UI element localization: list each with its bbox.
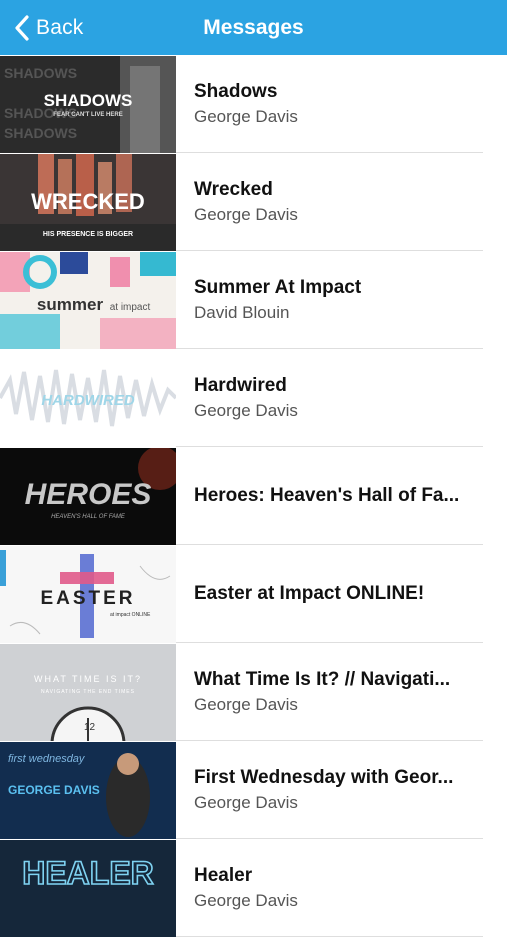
svg-text:12: 12 [84, 722, 96, 733]
thumb-subtext: HIS PRESENCE IS BIGGER [43, 231, 133, 238]
message-item[interactable]: HARDWIRED Hardwired George Davis [0, 349, 507, 447]
thumb-text: WHAT TIME IS IT? [34, 674, 142, 684]
message-author: David Blouin [194, 303, 290, 322]
thumb-subtext: at impact ONLINE [110, 612, 151, 618]
message-title: Healer [194, 865, 253, 886]
message-title: Hardwired [194, 375, 287, 396]
message-item[interactable]: WRECKED HIS PRESENCE IS BIGGER Wrecked G… [0, 153, 507, 251]
message-thumbnail: HARDWIRED [0, 349, 176, 447]
thumb-subtext: at impact [110, 302, 151, 313]
thumb-text: EASTER [40, 588, 135, 609]
messages-list: SHADOWS SHADOWS SHADOWS SHADOWS FEAR CAN… [0, 55, 507, 937]
message-item[interactable]: first wednesday GEORGE DAVIS First Wedne… [0, 741, 507, 839]
message-item[interactable]: 12 WHAT TIME IS IT? NAVIGATING THE END T… [0, 643, 507, 741]
message-item[interactable]: summer at impact Summer At Impact David … [0, 251, 507, 349]
message-thumbnail: SHADOWS SHADOWS SHADOWS SHADOWS FEAR CAN… [0, 55, 176, 153]
message-title: What Time Is It? // Navigati... [194, 669, 451, 690]
message-thumbnail: HEALER [0, 839, 176, 937]
message-thumbnail: EASTER at impact ONLINE [0, 545, 176, 643]
back-button[interactable]: Back [14, 0, 84, 55]
thumb-text: SHADOWS [44, 91, 133, 110]
message-item[interactable]: HEROES HEAVEN'S HALL OF FAME Heroes: Hea… [0, 447, 507, 545]
thumb-text: summer [37, 295, 104, 314]
back-label: Back [36, 15, 84, 39]
message-author: George Davis [194, 891, 298, 910]
thumb-subtext: HEAVEN'S HALL OF FAME [51, 514, 126, 520]
thumb-subtext: FEAR CAN'T LIVE HERE [53, 112, 122, 118]
message-thumbnail: first wednesday GEORGE DAVIS [0, 741, 176, 839]
message-author: George Davis [194, 401, 298, 420]
svg-text:SHADOWS: SHADOWS [4, 125, 77, 141]
chevron-left-icon [14, 14, 30, 41]
thumb-subtext: first wednesday [8, 753, 86, 765]
message-thumbnail: WRECKED HIS PRESENCE IS BIGGER [0, 153, 176, 251]
message-author: George Davis [194, 205, 298, 224]
thumb-text: HEROES [25, 478, 152, 511]
thumb-subtext: NAVIGATING THE END TIMES [41, 689, 135, 695]
thumb-text: HEALER [22, 855, 154, 891]
message-title: First Wednesday with Geor... [194, 767, 454, 788]
message-title: Heroes: Heaven's Hall of Fa... [194, 485, 460, 506]
thumb-text: WRECKED [31, 189, 145, 214]
message-title: Summer At Impact [194, 277, 362, 298]
thumb-text: GEORGE DAVIS [8, 783, 100, 797]
message-author: George Davis [194, 107, 298, 126]
message-item[interactable]: HEALER Healer George Davis [0, 839, 507, 937]
message-title: Easter at Impact ONLINE! [194, 583, 425, 604]
message-thumbnail: HEROES HEAVEN'S HALL OF FAME [0, 447, 176, 545]
message-author: George Davis [194, 695, 298, 714]
message-title: Wrecked [194, 179, 273, 200]
message-title: Shadows [194, 81, 278, 102]
nav-bar: Back Messages [0, 0, 507, 55]
message-item[interactable]: SHADOWS SHADOWS SHADOWS SHADOWS FEAR CAN… [0, 55, 507, 153]
message-thumbnail: 12 WHAT TIME IS IT? NAVIGATING THE END T… [0, 643, 176, 741]
message-item[interactable]: EASTER at impact ONLINE Easter at Impact… [0, 545, 507, 643]
thumb-text: HARDWIRED [41, 392, 134, 409]
message-thumbnail: summer at impact [0, 251, 176, 349]
svg-text:SHADOWS: SHADOWS [4, 65, 77, 81]
message-author: George Davis [194, 793, 298, 812]
